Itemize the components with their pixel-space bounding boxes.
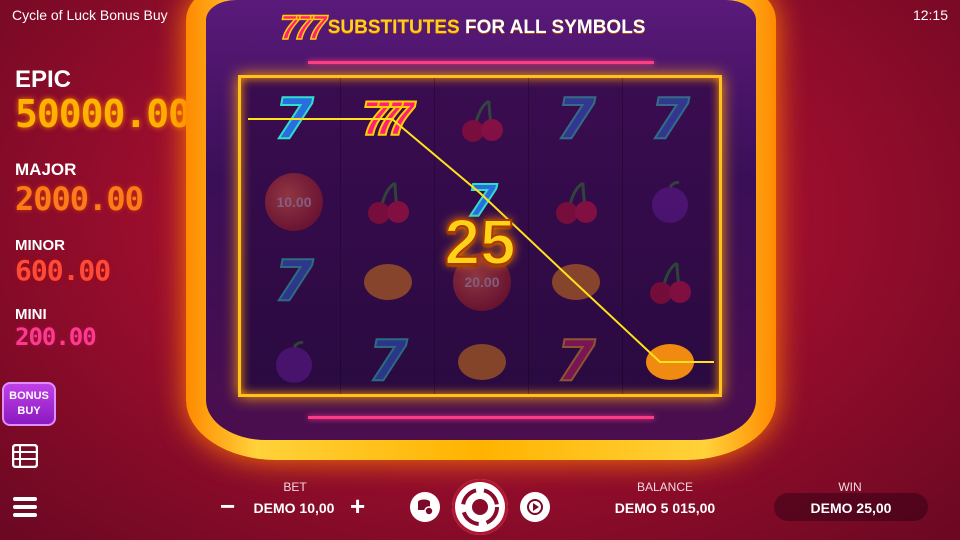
spin-button[interactable] xyxy=(452,479,508,535)
turbo-icon[interactable] xyxy=(520,492,550,522)
bet-label: BET xyxy=(283,480,307,494)
spin-icon xyxy=(461,488,499,526)
balance-label: BALANCE xyxy=(636,480,694,494)
bet-increase-button[interactable]: + xyxy=(350,493,365,519)
win-amount-popup: 25 xyxy=(443,205,516,279)
bottom-bar: BET − DEMO 10,00 + BALANCE DEMO 5 015,00… xyxy=(0,470,960,540)
autoplay-settings-icon[interactable] xyxy=(410,492,440,522)
bet-decrease-button[interactable]: − xyxy=(220,493,235,519)
win-value: DEMO 25,00 xyxy=(810,500,892,516)
balance-value: DEMO 5 015,00 xyxy=(614,500,716,516)
bet-value: DEMO 10,00 xyxy=(253,500,335,516)
win-label: WIN xyxy=(838,480,862,494)
